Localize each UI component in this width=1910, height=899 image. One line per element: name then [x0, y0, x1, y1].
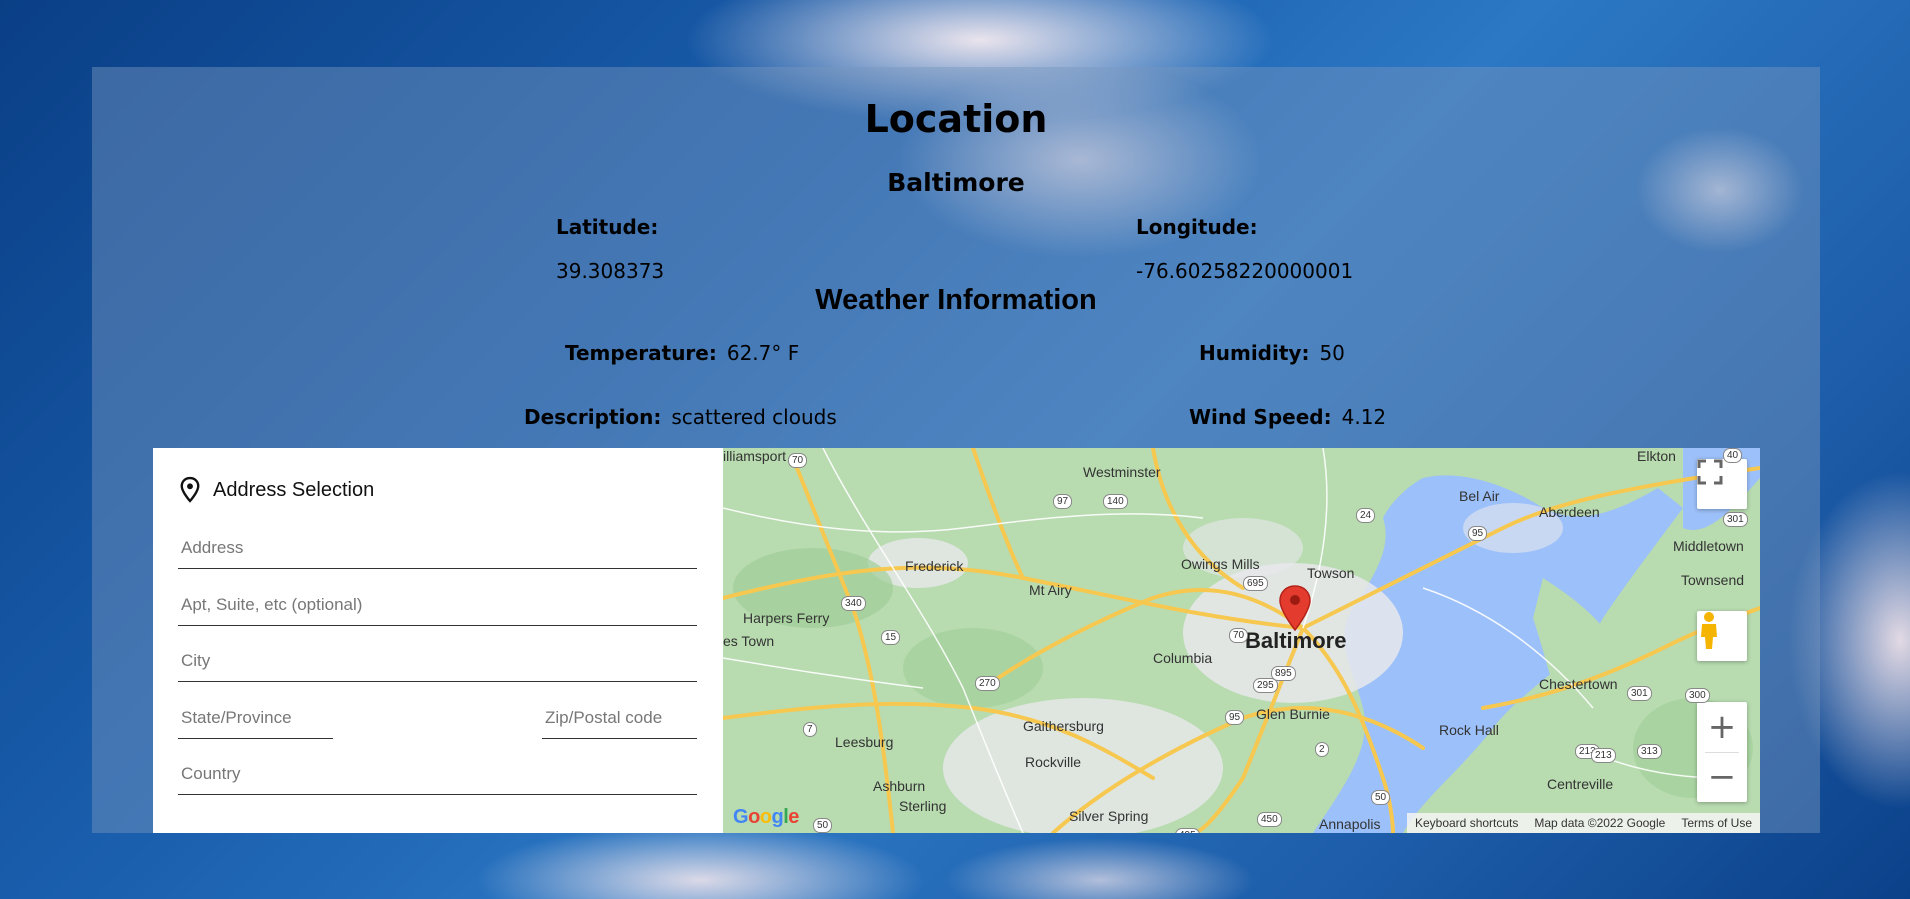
location-pin-icon	[180, 476, 200, 503]
description-row: Description: scattered clouds	[524, 405, 837, 429]
map-data-text: Map data ©2022 Google	[1534, 816, 1666, 830]
route-shield: 340	[841, 596, 866, 611]
map-label-glen-burnie: Glen Burnie	[1256, 706, 1330, 722]
route-shield: 7	[803, 722, 817, 737]
terms-of-use-link[interactable]: Terms of Use	[1673, 816, 1760, 830]
address-form: Address Selection	[153, 448, 723, 833]
address-form-header: Address Selection	[179, 476, 374, 504]
map-label-sterling: Sterling	[899, 798, 947, 814]
address-input[interactable]	[178, 533, 697, 569]
map-label-harpers-ferry: Harpers Ferry	[743, 610, 830, 626]
map-label-frederick: Frederick	[905, 558, 964, 574]
map-label-leesburg: Leesburg	[835, 734, 894, 750]
apt-suite-input[interactable]	[178, 590, 697, 626]
city-name: Baltimore	[887, 168, 1025, 197]
route-shield: 313	[1637, 744, 1662, 759]
route-shield: 295	[1253, 678, 1278, 693]
fullscreen-icon	[1697, 459, 1723, 485]
map-label-townsend: Townsend	[1681, 572, 1745, 588]
map-label-centreville: Centreville	[1547, 776, 1614, 792]
map-label-rockville: Rockville	[1025, 754, 1082, 770]
zoom-divider	[1705, 752, 1739, 753]
route-shield: 450	[1257, 812, 1282, 827]
temperature-label: Temperature:	[565, 341, 717, 365]
route-shield: 40	[1723, 448, 1743, 463]
page-title: Location	[864, 97, 1048, 141]
map-label-annapolis: Annapolis	[1319, 816, 1381, 832]
temperature-value: 62.7° F	[726, 341, 800, 365]
zoom-out-button[interactable]: −	[1697, 752, 1747, 802]
weather-heading: Weather Information	[815, 284, 1097, 316]
route-shield: 270	[975, 676, 1000, 691]
map-attribution: Keyboard shortcuts Map data ©2022 Google…	[1406, 813, 1760, 833]
humidity-label: Humidity:	[1199, 341, 1310, 365]
map-label-chestertown: Chestertown	[1539, 676, 1618, 692]
map-label-charles-town: es Town	[723, 633, 775, 649]
route-shield: 70	[1229, 628, 1249, 643]
map-label-mt-airy: Mt Airy	[1029, 582, 1072, 598]
longitude-label: Longitude:	[1136, 215, 1258, 239]
description-value: scattered clouds	[671, 405, 837, 429]
map-label-middletown: Middletown	[1673, 538, 1744, 554]
route-shield: 50	[813, 818, 833, 833]
country-input[interactable]	[178, 759, 697, 795]
latitude-label: Latitude:	[556, 215, 659, 239]
humidity-row: Humidity: 50	[1199, 341, 1345, 365]
humidity-value: 50	[1319, 341, 1345, 365]
map-label-towson: Towson	[1307, 565, 1355, 581]
route-shield: 140	[1103, 494, 1128, 509]
temperature-row: Temperature: 62.7° F	[565, 341, 799, 365]
zoom-control: + −	[1697, 702, 1747, 802]
route-shield: 495	[1175, 828, 1200, 833]
route-shield: 95	[1225, 710, 1245, 725]
map-marker-icon[interactable]	[1278, 584, 1312, 632]
route-shield: 95	[1468, 526, 1488, 541]
map-label-silver-spring: Silver Spring	[1069, 808, 1149, 824]
wind-speed-label: Wind Speed:	[1189, 405, 1332, 429]
route-shield: 50	[1371, 790, 1391, 805]
keyboard-shortcuts-link[interactable]: Keyboard shortcuts	[1407, 816, 1526, 830]
map-label-bel-air: Bel Air	[1459, 488, 1500, 504]
map-label-ashburn: Ashburn	[873, 778, 926, 794]
map-label-williamsport: illiamsport	[723, 448, 787, 464]
map-label-rock-hall: Rock Hall	[1439, 722, 1499, 738]
zip-postal-input[interactable]	[542, 703, 697, 739]
state-province-input[interactable]	[178, 703, 333, 739]
wind-speed-value: 4.12	[1341, 405, 1387, 429]
city-input[interactable]	[178, 646, 697, 682]
map-label-aberdeen: Aberdeen	[1539, 504, 1600, 520]
map-label-elkton: Elkton	[1637, 448, 1676, 464]
route-shield: 24	[1356, 508, 1376, 523]
route-shield: 2	[1315, 742, 1329, 757]
route-shield: 97	[1053, 494, 1073, 509]
description-label: Description:	[524, 405, 662, 429]
zoom-in-button[interactable]: +	[1697, 702, 1747, 752]
pegman-icon	[1701, 612, 1717, 649]
route-shield: 70	[788, 453, 808, 468]
map-label-owings-mills: Owings Mills	[1181, 556, 1260, 572]
street-view-pegman-button[interactable]	[1697, 611, 1747, 661]
address-form-title: Address Selection	[213, 478, 375, 501]
route-shield: 300	[1685, 688, 1710, 703]
map-label-westminster: Westminster	[1083, 464, 1161, 480]
google-logo[interactable]: Google	[733, 806, 799, 829]
map-label-columbia: Columbia	[1153, 650, 1213, 666]
wind-speed-row: Wind Speed: 4.12	[1189, 405, 1386, 429]
route-shield: 695	[1243, 576, 1268, 591]
route-shield: 213	[1591, 748, 1616, 763]
fullscreen-button[interactable]	[1697, 459, 1747, 509]
route-shield: 301	[1723, 512, 1748, 527]
map-view[interactable]: illiamsport Westminster Bel Air Aberdeen…	[723, 448, 1760, 833]
route-shield: 301	[1627, 686, 1652, 701]
map-label-gaithersburg: Gaithersburg	[1023, 718, 1104, 734]
longitude-value: -76.60258220000001	[1136, 259, 1354, 283]
route-shield: 15	[881, 630, 901, 645]
latitude-value: 39.308373	[556, 259, 665, 283]
